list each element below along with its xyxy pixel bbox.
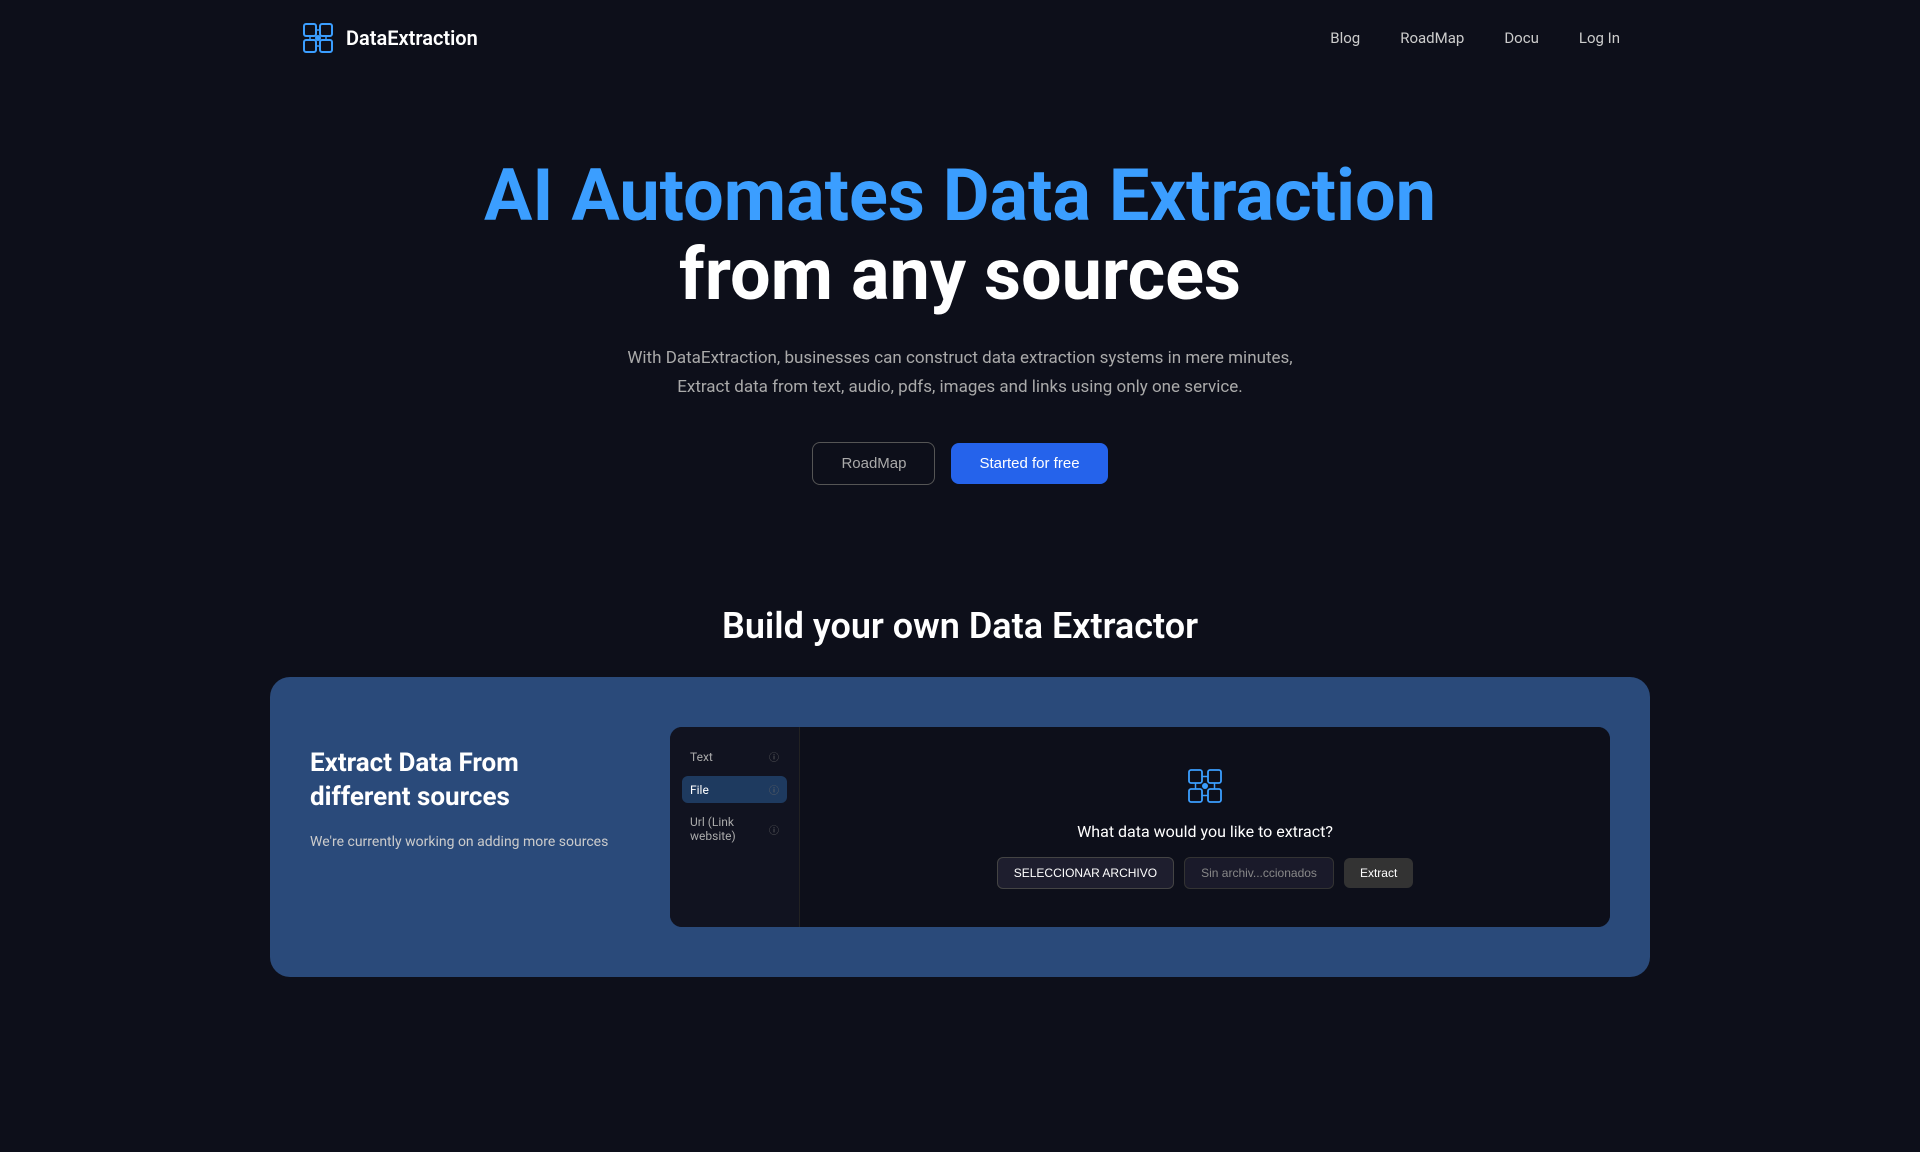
mock-sidebar-file[interactable]: File ⓘ [682,776,787,803]
hero-title-white: from any sources [679,232,1241,317]
hero-buttons: RoadMap Started for free [400,442,1520,485]
mock-main: What data would you like to extract? SEL… [800,727,1610,927]
hero-subtitle: With DataExtraction, businesses can cons… [600,344,1320,402]
info-icon: ⓘ [769,749,779,764]
mock-no-file-button: Sin archiv...ccionados [1184,857,1334,889]
mock-question: What data would you like to extract? [1077,822,1333,841]
nav-login[interactable]: Log In [1579,29,1620,47]
logo-area: DataExtraction [300,20,478,56]
logo-text: DataExtraction [346,26,478,50]
demo-container: Extract Data From different sources We'r… [270,677,1650,977]
hero-section: AI Automates Data Extraction from any so… [0,76,1920,545]
mock-logo-area [1185,766,1225,806]
demo-left-subtitle: We're currently working on adding more s… [310,831,610,853]
nav-blog[interactable]: Blog [1330,29,1360,47]
demo-left-title: Extract Data From different sources [310,747,610,815]
hero-title-blue: AI Automates Data Extraction [484,153,1436,238]
demo-right: Text ⓘ File ⓘ Url (Link website) ⓘ [670,727,1610,927]
mock-select-button[interactable]: SELECCIONAR ARCHIVO [997,857,1174,889]
mock-buttons-row: SELECCIONAR ARCHIVO Sin archiv...ccionad… [997,857,1414,889]
info-icon-file: ⓘ [769,782,779,797]
mock-logo-icon [1185,766,1225,806]
demo-left: Extract Data From different sources We'r… [310,727,610,853]
logo-icon [300,20,336,56]
nav-links: Blog RoadMap Docu Log In [1330,29,1620,47]
mock-sidebar-url[interactable]: Url (Link website) ⓘ [682,809,787,849]
info-icon-url: ⓘ [769,822,779,837]
mock-sidebar-text[interactable]: Text ⓘ [682,743,787,770]
roadmap-button[interactable]: RoadMap [812,442,935,485]
mock-sidebar: Text ⓘ File ⓘ Url (Link website) ⓘ [670,727,800,927]
started-button[interactable]: Started for free [951,443,1107,484]
section-title: Build your own Data Extractor [0,605,1920,647]
hero-title: AI Automates Data Extraction from any so… [400,156,1520,314]
nav-roadmap[interactable]: RoadMap [1400,29,1464,47]
nav-docu[interactable]: Docu [1504,29,1539,47]
navbar: DataExtraction Blog RoadMap Docu Log In [0,0,1920,76]
mock-extract-button[interactable]: Extract [1344,858,1413,888]
section-title-area: Build your own Data Extractor [0,545,1920,677]
